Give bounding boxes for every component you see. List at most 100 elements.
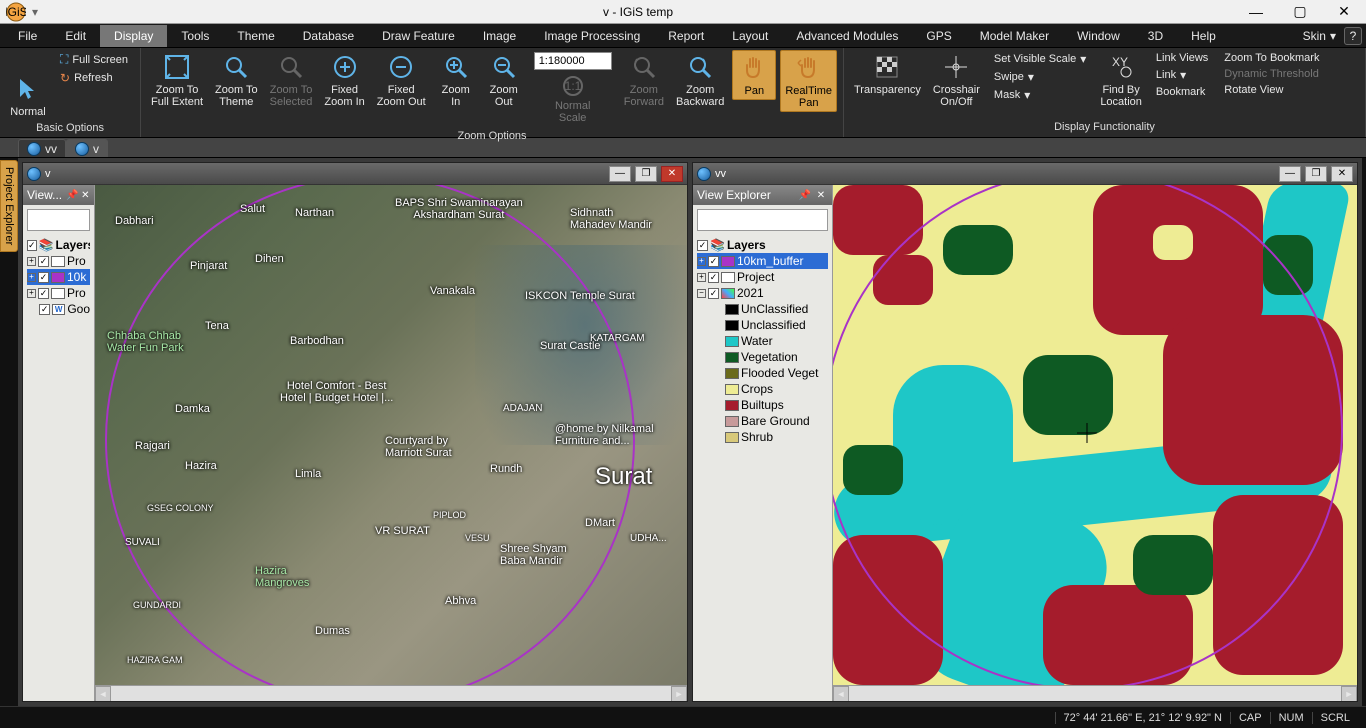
legend-item[interactable]: Vegetation (697, 349, 828, 365)
horizontal-scrollbar[interactable]: ◄ ► (95, 685, 687, 701)
menu-model-maker[interactable]: Model Maker (966, 25, 1063, 47)
menu-edit[interactable]: Edit (51, 25, 100, 47)
horizontal-scrollbar[interactable]: ◄ ► (833, 685, 1357, 701)
legend-item[interactable]: Bare Ground (697, 413, 828, 429)
legend-item[interactable]: Shrub (697, 429, 828, 445)
close-icon[interactable]: ✕ (1331, 166, 1353, 182)
map-canvas-right[interactable]: ◄ ► (833, 185, 1357, 701)
zoom-out-button[interactable]: Zoom Out (482, 50, 526, 110)
project-explorer-tab[interactable]: Project Explorer (0, 160, 18, 252)
menu-3d[interactable]: 3D (1134, 25, 1177, 47)
scale-input[interactable] (534, 52, 612, 70)
pin-icon[interactable]: 📌 (798, 188, 812, 202)
visible-scale-menu[interactable]: Set Visible Scale ▾ (988, 50, 1092, 68)
menu-draw-feature[interactable]: Draw Feature (368, 25, 469, 47)
close-button[interactable]: ✕ (1322, 0, 1366, 24)
skin-selector[interactable]: Skin▾ (1295, 25, 1344, 47)
map-canvas-left[interactable]: Dabhari Salut Narthan BAPS Shri Swaminar… (95, 185, 687, 701)
explorer-header-left[interactable]: View...📌✕ (23, 185, 94, 205)
zoom-out-icon (489, 52, 519, 82)
window-title-bar-right[interactable]: vv — ❐ ✕ (693, 163, 1357, 185)
legend-item[interactable]: UnClassified (697, 301, 828, 317)
menu-tools[interactable]: Tools (167, 25, 223, 47)
doc-tab-vv[interactable]: vv (18, 139, 66, 157)
menu-advanced-modules[interactable]: Advanced Modules (782, 25, 912, 47)
menu-theme[interactable]: Theme (223, 25, 288, 47)
menu-report[interactable]: Report (654, 25, 718, 47)
menu-layout[interactable]: Layout (718, 25, 782, 47)
map-window-left: v — ❐ ✕ View...📌✕ ✓📚Layers +✓Pro +✓10k +… (22, 162, 688, 702)
menu-database[interactable]: Database (289, 25, 368, 47)
realtime-pan-button[interactable]: RealTime Pan (780, 50, 837, 112)
pin-icon[interactable]: 📌 (66, 188, 78, 202)
layer-tree-right[interactable]: ✓📚Layers +✓10km_buffer +✓Project −✓2021 … (693, 235, 832, 447)
close-icon[interactable]: ✕ (81, 188, 90, 202)
window-title-bar-left[interactable]: v — ❐ ✕ (23, 163, 687, 185)
find-by-location-button[interactable]: XYFind By Location (1096, 50, 1146, 110)
bookmark-button[interactable]: Bookmark (1150, 84, 1214, 100)
xy-icon: XY (1106, 52, 1136, 82)
place-label: Rajgari (135, 440, 170, 452)
restore-icon[interactable]: ❐ (1305, 166, 1327, 182)
scroll-right-icon[interactable]: ► (671, 686, 687, 701)
rotate-view-button[interactable]: Rotate View (1218, 82, 1325, 98)
minimize-icon[interactable]: — (609, 166, 631, 182)
scroll-left-icon[interactable]: ◄ (833, 686, 849, 701)
zoom-bookmark-button[interactable]: Zoom To Bookmark (1218, 50, 1325, 66)
qat-dropdown-icon[interactable]: ▾ (32, 5, 42, 19)
legend-item[interactable]: Water (697, 333, 828, 349)
scroll-right-icon[interactable]: ► (1341, 686, 1357, 701)
doc-tab-v[interactable]: v (66, 139, 108, 157)
group-label-zoom: Zoom Options (147, 128, 837, 146)
fixed-zoom-in-icon (330, 52, 360, 82)
legend-item[interactable]: Unclassified (697, 317, 828, 333)
zoom-full-extent-button[interactable]: Zoom To Full Extent (147, 50, 207, 110)
link-menu[interactable]: Link ▾ (1150, 66, 1214, 84)
menu-gps[interactable]: GPS (912, 25, 965, 47)
menu-file[interactable]: File (4, 25, 51, 47)
zoom-in-button[interactable]: Zoom In (434, 50, 478, 110)
explorer-dropdown-right[interactable] (697, 209, 828, 231)
close-icon[interactable]: ✕ (814, 188, 828, 202)
menu-image[interactable]: Image (469, 25, 530, 47)
mask-menu[interactable]: Mask ▾ (988, 86, 1092, 104)
legend-item[interactable]: Flooded Veget (697, 365, 828, 381)
swipe-menu[interactable]: Swipe ▾ (988, 68, 1092, 86)
legend-item[interactable]: Crops (697, 381, 828, 397)
place-label: Rundh (490, 463, 522, 475)
fullscreen-button[interactable]: ⛶Full Screen (54, 50, 134, 69)
place-label: Dihen (255, 253, 284, 265)
crosshair-button[interactable]: Crosshair On/Off (929, 50, 984, 110)
menu-window[interactable]: Window (1063, 25, 1134, 47)
fixed-zoom-out-button[interactable]: Fixed Zoom Out (373, 50, 430, 110)
minimize-button[interactable]: — (1234, 0, 1278, 24)
legend-item[interactable]: Builtups (697, 397, 828, 413)
menu-image-processing[interactable]: Image Processing (530, 25, 654, 47)
pan-button[interactable]: Pan (732, 50, 776, 100)
place-label: Shree Shyam Baba Mandir (500, 543, 567, 567)
zoom-backward-button[interactable]: Zoom Backward (672, 50, 728, 110)
legend-label: Water (741, 334, 773, 348)
zoom-theme-button[interactable]: Zoom To Theme (211, 50, 262, 110)
menu-help[interactable]: Help (1177, 25, 1230, 47)
layer-tree-left[interactable]: ✓📚Layers +✓Pro +✓10k +✓Pro ✓WGoo (23, 235, 94, 319)
link-views-button[interactable]: Link Views (1150, 50, 1214, 66)
minimize-icon[interactable]: — (1279, 166, 1301, 182)
refresh-button[interactable]: ↻Refresh (54, 69, 134, 87)
fixed-zoom-in-button[interactable]: Fixed Zoom In (320, 50, 368, 110)
zoom-selected-icon (276, 52, 306, 82)
close-icon[interactable]: ✕ (661, 166, 683, 182)
maximize-button[interactable]: ▢ (1278, 0, 1322, 24)
ribbon-group-zoom: Zoom To Full Extent Zoom To Theme Zoom T… (141, 48, 844, 137)
explorer-header-right[interactable]: View Explorer📌✕ (693, 185, 832, 205)
globe-icon (75, 142, 89, 156)
transparency-button[interactable]: Transparency (850, 50, 925, 98)
menu-bar: File Edit Display Tools Theme Database D… (0, 24, 1366, 48)
help-icon[interactable]: ? (1344, 27, 1362, 45)
normal-button[interactable]: Normal (6, 50, 50, 120)
explorer-dropdown-left[interactable] (27, 209, 90, 231)
chevron-down-icon: ▾ (1028, 70, 1034, 84)
scroll-left-icon[interactable]: ◄ (95, 686, 111, 701)
menu-display[interactable]: Display (100, 25, 167, 47)
restore-icon[interactable]: ❐ (635, 166, 657, 182)
